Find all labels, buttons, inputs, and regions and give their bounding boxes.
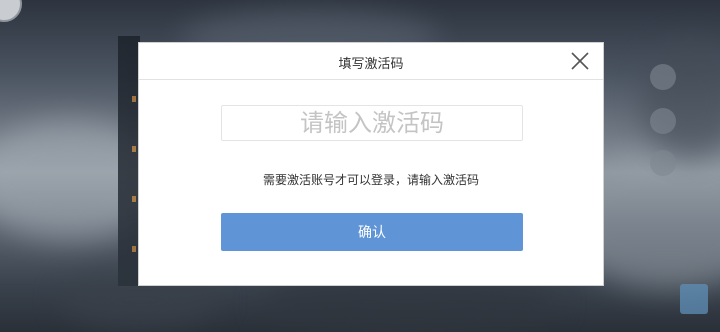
close-icon (571, 52, 589, 70)
background-side-panel (118, 36, 140, 286)
activation-code-dialog: 填写激活码 需要激活账号才可以登录，请输入激活码 确认 (138, 42, 604, 286)
activation-hint: 需要激活账号才可以登录，请输入激活码 (262, 173, 479, 187)
dialog-header: 填写激活码 (139, 43, 603, 80)
dialog-title: 填写激活码 (338, 57, 404, 72)
panel-marker (132, 196, 136, 202)
close-button[interactable] (569, 50, 591, 72)
panel-marker (132, 96, 136, 102)
background-icon (650, 150, 676, 176)
background-icon (680, 284, 708, 314)
game-avatar-icon (0, 0, 22, 22)
panel-marker (132, 146, 136, 152)
background-icon (650, 64, 676, 90)
background-blur (640, 40, 720, 160)
panel-marker (132, 246, 136, 252)
game-background: 填写激活码 需要激活账号才可以登录，请输入激活码 确认 (0, 0, 720, 332)
background-icon (650, 108, 676, 134)
confirm-button[interactable]: 确认 (221, 213, 523, 251)
activation-code-input[interactable] (221, 105, 523, 141)
